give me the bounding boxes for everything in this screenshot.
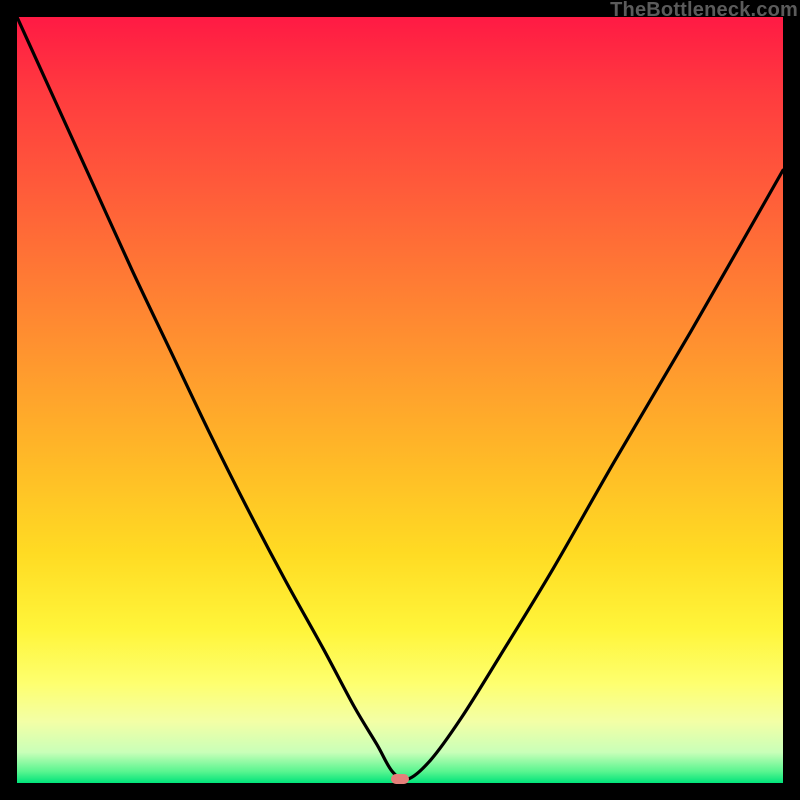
optimum-marker bbox=[391, 774, 409, 784]
chart-background-gradient bbox=[17, 17, 783, 783]
chart-frame bbox=[17, 17, 783, 783]
